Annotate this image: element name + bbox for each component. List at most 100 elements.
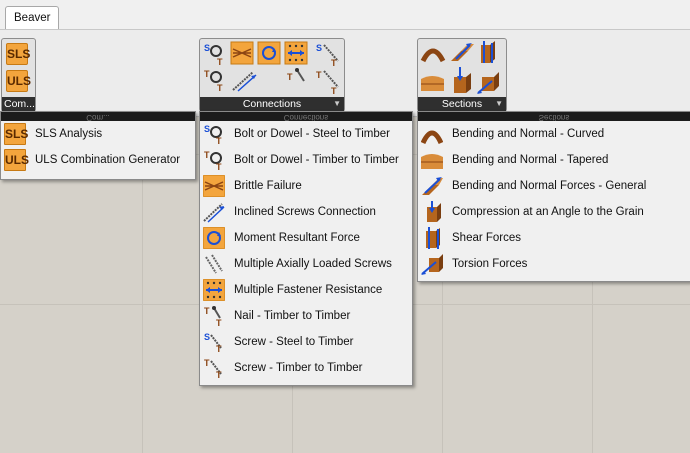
brittle-failure-icon [203,175,225,197]
compression-icon [427,201,441,222]
menu-item-screw-steel[interactable]: ST Screw - Steel to Timber [200,329,412,355]
menu-item-label: Inclined Screws Connection [234,206,376,218]
svg-text:T: T [216,318,222,327]
svg-text:S: S [204,43,210,53]
svg-text:T: T [204,358,210,368]
svg-text:T: T [216,370,222,379]
svg-text:S: S [316,43,322,53]
forces-icon [422,177,443,195]
ribbon-group-label-combinations[interactable]: Com... [2,97,35,111]
fastener-icon [203,279,225,301]
axial-screws-icon [205,254,223,274]
svg-text:T: T [217,57,223,67]
menu-item-label: Nail - Timber to Timber [234,310,351,322]
connections-icon-grid[interactable]: S T ST TT T TT [200,39,344,97]
dropdown-header: Connections [200,112,412,121]
menu-item-brittle-failure[interactable]: Brittle Failure [200,173,412,199]
fastener-icon [284,41,308,65]
ribbon-group-combinations[interactable]: SLS ULS Com... [1,38,36,112]
dropdown-header: Sections [418,112,690,121]
expand-arrow-icon[interactable]: ▼ [333,97,341,111]
menu-item-label: Bolt or Dowel - Steel to Timber [234,128,390,140]
menu-item-label: Moment Resultant Force [234,232,360,244]
menu-item-compression[interactable]: Compression at an Angle to the Grain [418,199,690,225]
svg-text:T: T [287,72,293,82]
menu-item-sls-analysis[interactable]: SLS SLS Analysis [1,121,195,147]
tab-strip: Beaver [0,0,690,30]
ribbon-group-label-sections[interactable]: Sections ▼ [418,97,506,111]
menu-item-label: Screw - Timber to Timber [234,362,363,374]
menu-item-torsion[interactable]: Torsion Forces [418,251,690,277]
menu-item-label: Shear Forces [452,232,522,244]
menu-item-tapered[interactable]: Bending and Normal - Tapered [418,147,690,173]
svg-text:T: T [216,344,222,353]
menu-item-bolt-timber-timber[interactable]: TT Bolt or Dowel - Timber to Timber [200,147,412,173]
torsion-icon [477,72,499,94]
menu-item-label: Brittle Failure [234,180,302,192]
menu-item-label: Torsion Forces [452,258,528,270]
ribbon-panel: SLS ULS Com... S T ST TT T TT Connection… [0,30,690,117]
uls-icon[interactable]: ULS [6,70,31,92]
screw-steel-icon: ST [204,332,222,353]
svg-text:T: T [217,83,223,93]
dropdown-header: Com... [1,112,195,121]
screw-timber-icon: TT [316,70,339,96]
menu-item-multiple-fastener[interactable]: Multiple Fastener Resistance [200,277,412,303]
menu-item-curved[interactable]: Bending and Normal - Curved [418,121,690,147]
curved-beam-icon [421,130,443,145]
menu-item-label: Bending and Normal - Tapered [452,154,609,166]
menu-item-label: Bolt or Dowel - Timber to Timber [234,154,399,166]
inclined-screws-icon [203,203,225,223]
moment-icon [257,41,281,65]
menu-item-shear[interactable]: Shear Forces [418,225,690,251]
torsion-icon [421,254,443,275]
menu-item-moment-resultant[interactable]: Moment Resultant Force [200,225,412,251]
svg-text:T: T [331,58,337,68]
menu-item-label: Multiple Fastener Resistance [234,284,383,296]
menu-item-label: Bending and Normal - Curved [452,128,605,140]
menu-item-nail[interactable]: TT Nail - Timber to Timber [200,303,412,329]
svg-text:T: T [204,306,210,316]
screw-timber-icon: TT [204,358,222,379]
menu-item-label: Screw - Steel to Timber [234,336,354,348]
menu-item-general-forces[interactable]: Bending and Normal Forces - General [418,173,690,199]
sections-icon-grid[interactable] [418,39,506,97]
bolt-steel-icon: ST [204,124,222,145]
tapered-beam-icon [421,154,443,169]
menu-item-label: Multiple Axially Loaded Screws [234,258,392,270]
menu-item-label: ULS Combination Generator [35,154,181,166]
svg-text:S: S [204,124,210,134]
menu-item-bolt-steel-timber[interactable]: ST Bolt or Dowel - Steel to Timber [200,121,412,147]
forces-icon [451,43,474,61]
ribbon-group-sections[interactable]: Sections ▼ [417,38,507,112]
uls-icon: ULS [4,149,29,171]
tab-beaver[interactable]: Beaver [5,6,60,29]
compression-icon [454,67,471,93]
menu-item-uls-combination-generator[interactable]: ULS ULS Combination Generator [1,147,195,173]
svg-text:T: T [216,162,222,171]
sls-icon: SLS [4,123,28,145]
nail-icon: TT [204,306,222,327]
menu-item-screw-timber[interactable]: TT Screw - Timber to Timber [200,355,412,381]
inclined-screws-icon [232,71,257,92]
bolt-steel-icon: S T [204,43,223,67]
dropdown-sections: Sections Bending and Normal - Curved Ben… [417,111,690,282]
svg-text:T: T [331,86,337,96]
menu-item-label: Bending and Normal Forces - General [452,180,647,192]
menu-item-inclined-screws[interactable]: Inclined Screws Connection [200,199,412,225]
sls-icon[interactable]: SLS [6,43,30,65]
ribbon-group-connections[interactable]: S T ST TT T TT Connections ▼ [199,38,345,112]
shear-icon [426,227,440,249]
tangle-icon [230,41,254,65]
nail-icon: T [287,68,305,82]
screw-steel-icon: ST [316,43,339,68]
menu-item-axial-screws[interactable]: Multiple Axially Loaded Screws [200,251,412,277]
expand-arrow-icon[interactable]: ▼ [495,97,503,111]
svg-text:T: T [204,69,210,79]
menu-item-label: SLS Analysis [35,128,103,140]
ribbon-group-label-connections[interactable]: Connections ▼ [200,97,344,111]
tapered-beam-icon [421,76,444,91]
moment-icon [203,227,225,249]
shear-icon [481,41,495,63]
menu-item-label: Compression at an Angle to the Grain [452,206,644,218]
